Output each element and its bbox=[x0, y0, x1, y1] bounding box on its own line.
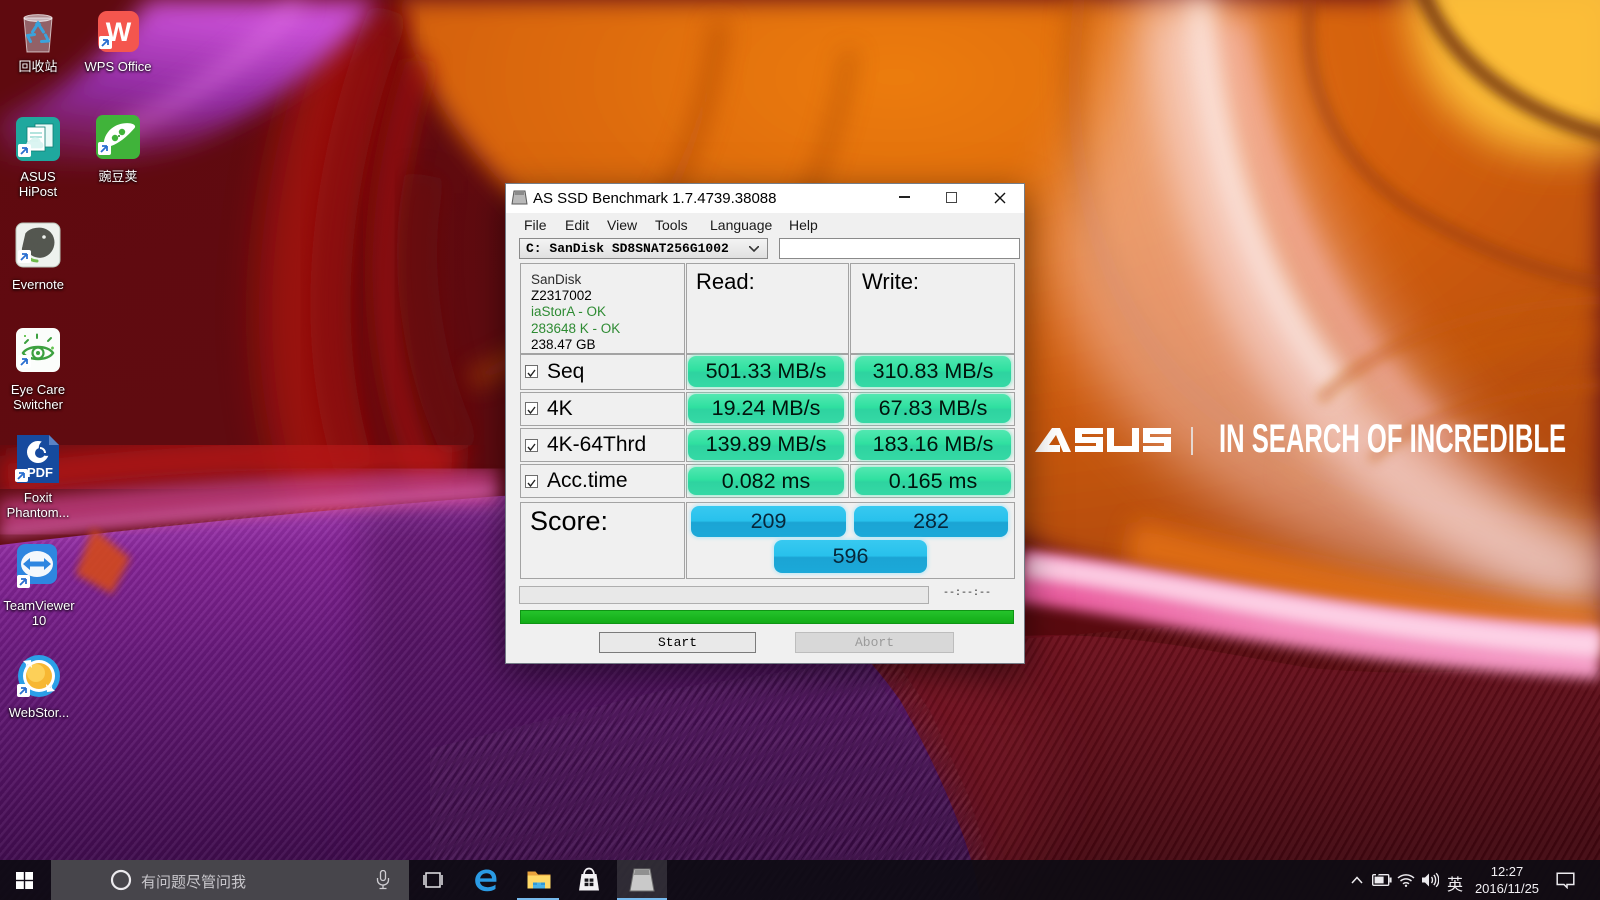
svg-text:PDF: PDF bbox=[27, 465, 53, 480]
